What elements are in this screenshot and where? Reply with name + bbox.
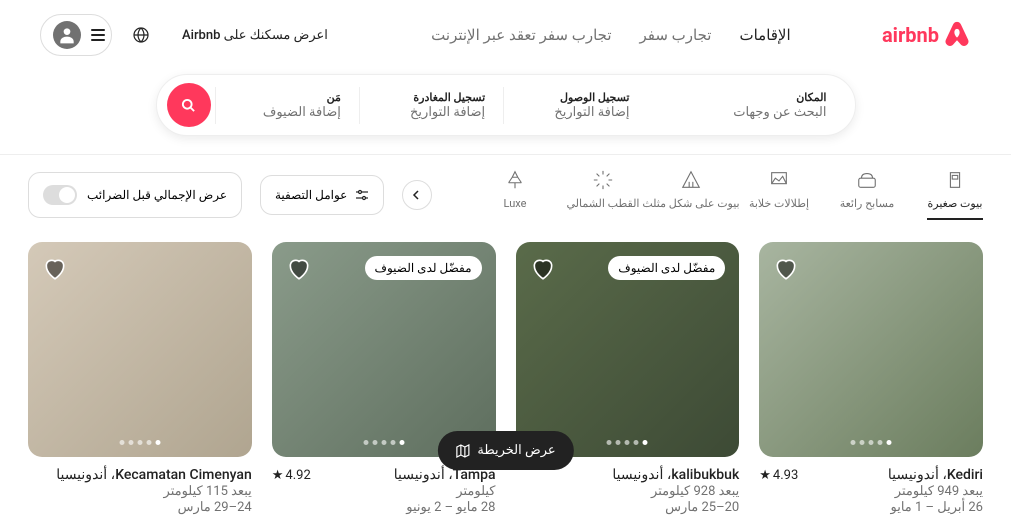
listing-card[interactable]: مفضّل لدى الضيوف kalibukbuk، أندونيسيايبع… <box>516 242 740 515</box>
guest-favorite-badge: مفضّل لدى الضيوف <box>365 256 482 280</box>
listing-image <box>759 242 983 457</box>
search-where[interactable]: المكان البحث عن وجهات <box>648 87 845 124</box>
carousel-dots <box>119 440 160 445</box>
listing-title: kalibukbuk، أندونيسيا <box>612 467 739 483</box>
host-link[interactable]: اعرض مسكنك على Airbnb <box>170 18 340 53</box>
user-menu[interactable] <box>40 14 112 56</box>
avatar-icon <box>53 21 81 49</box>
nav-stays[interactable]: الإقامات <box>739 26 790 44</box>
category-0[interactable]: بيوت صغيرة <box>927 169 983 220</box>
hamburger-icon <box>91 29 105 41</box>
show-map-button[interactable]: عرض الخريطة <box>437 431 573 470</box>
search-bar: المكان البحث عن وجهات تسجيل الوصول إضافة… <box>156 74 856 136</box>
tax-toggle[interactable]: عرض الإجمالي قبل الضرائب <box>28 172 242 218</box>
listing-card[interactable]: Kecamatan Cimenyan، أندونيسيايبعد 115 كي… <box>28 242 252 515</box>
listing-distance: يبعد 928 كيلومتر <box>516 484 740 499</box>
category-list: بيوت صغيرة مسابح رائعة إطلالات خلابة بيوت ع… <box>450 169 983 220</box>
nav-online-experiences[interactable]: تجارب سفر تعقد عبر الإنترنت <box>431 26 611 44</box>
search-checkout[interactable]: تسجيل المغادرة إضافة التواريخ <box>359 87 503 124</box>
main-nav: الإقامات تجارب سفر تجارب سفر تعقد عبر ال… <box>431 26 791 44</box>
guest-favorite-badge: مفضّل لدى الضيوف <box>608 256 725 280</box>
listing-image <box>28 242 252 457</box>
listing-title: Kecamatan Cimenyan، أندونيسيا <box>56 467 252 483</box>
heart-icon[interactable] <box>286 256 312 282</box>
listing-image: مفضّل لدى الضيوف <box>272 242 496 457</box>
category-2[interactable]: إطلالات خلابة <box>751 169 807 220</box>
heart-icon[interactable] <box>42 256 68 282</box>
listing-distance: يبعد 115 كيلومتر <box>28 484 252 499</box>
filters-button[interactable]: عوامل التصفية <box>260 175 384 215</box>
search-checkin[interactable]: تسجيل الوصول إضافة التواريخ <box>503 87 647 124</box>
listing-image: مفضّل لدى الضيوف <box>516 242 740 457</box>
rating: 4.92 ★ <box>272 468 311 483</box>
listing-dates: 24–29 مارس <box>28 500 252 515</box>
listing-dates: 20–25 مارس <box>516 500 740 515</box>
category-5[interactable]: Luxe <box>487 169 543 220</box>
search-button[interactable] <box>167 83 211 127</box>
listing-distance: كيلومتر <box>272 484 496 499</box>
carousel-dots <box>607 440 648 445</box>
listing-distance: يبعد 949 كيلومتر <box>759 484 983 499</box>
listings-grid: Kediri، أندونيسيا4.93 ★يبعد 949 كيلومتر2… <box>0 234 1011 523</box>
globe-icon[interactable] <box>122 16 160 54</box>
carousel-dots <box>851 440 892 445</box>
search-who[interactable]: مَن إضافة الضيوف <box>215 87 359 124</box>
category-6[interactable]: نُزل يابانية <box>450 169 455 220</box>
airbnb-logo[interactable]: airbnb <box>882 21 971 49</box>
chevron-left-icon[interactable] <box>402 180 432 210</box>
listing-card[interactable]: مفضّل لدى الضيوفTampa، أندونيسيا4.92 ★كي… <box>272 242 496 515</box>
category-1[interactable]: مسابح رائعة <box>839 169 895 220</box>
nav-experiences[interactable]: تجارب سفر <box>640 26 712 44</box>
category-3[interactable]: بيوت على شكل مثلث <box>663 169 719 220</box>
toggle-switch <box>43 185 77 205</box>
carousel-dots <box>363 440 404 445</box>
listing-dates: 28 مايو – 2 يونيو <box>272 500 496 515</box>
category-4[interactable]: القطب الشمالي <box>575 169 631 220</box>
heart-icon[interactable] <box>530 256 556 282</box>
heart-icon[interactable] <box>773 256 799 282</box>
listing-title: Kediri، أندونيسيا <box>888 467 983 483</box>
rating: 4.93 ★ <box>759 468 798 483</box>
listing-card[interactable]: Kediri، أندونيسيا 4.93 ★يبعد 949 كيلومتر2… <box>759 242 983 515</box>
listing-dates: 26 أبريل – 1 مايو <box>759 500 983 515</box>
